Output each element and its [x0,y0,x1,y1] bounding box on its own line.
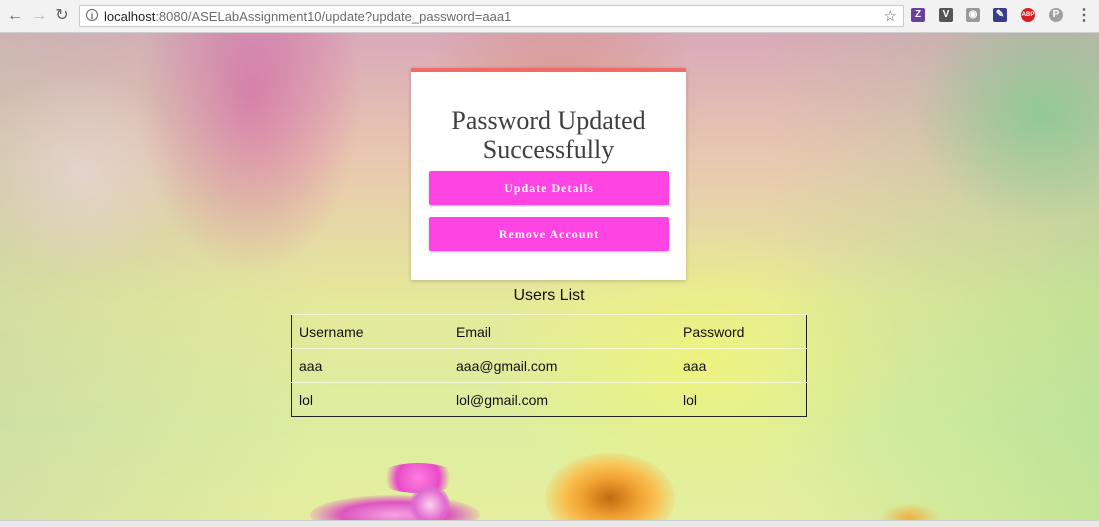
extension-icon[interactable]: ✎ [993,8,1007,22]
forward-arrow-icon[interactable]: → [30,7,48,25]
column-header-username: Username [291,314,449,349]
page-background: Password Updated Successfully Update Det… [0,33,1099,520]
p-extension-icon[interactable]: P [1049,8,1063,22]
bookmark-star-icon[interactable]: ☆ [884,7,897,25]
page-title: Password Updated Successfully [451,106,646,164]
password-cell: aaa [676,348,807,383]
menu-kebab-icon[interactable]: ⋮ [1075,7,1093,25]
column-header-email: Email [449,314,676,349]
column-header-password: Password [676,314,807,349]
zotero-icon[interactable]: Z [911,8,925,22]
remove-account-button[interactable]: Remove Account [429,217,669,251]
url-path: :8080/ASELabAssignment10/update?update_p… [155,9,512,24]
update-details-button[interactable]: Update Details [429,171,669,205]
shield-extension-icon[interactable]: V [939,8,953,22]
reload-icon[interactable]: ↻ [53,7,71,25]
camera-icon[interactable]: ◉ [966,8,980,22]
table-row: lol lol@gmail.com lol [291,382,807,417]
flower-decoration [310,495,480,520]
flower-decoration [880,503,940,520]
email-cell: lol@gmail.com [449,382,676,417]
table-row: aaa aaa@gmail.com aaa [291,348,807,383]
browser-toolbar: ← → ↻ i localhost:8080/ASELabAssignment1… [0,0,1099,33]
back-arrow-icon[interactable]: ← [6,7,24,25]
table-header-row: Username Email Password [291,314,807,349]
flower-decoration [410,485,450,520]
info-icon[interactable]: i [86,9,98,21]
url-text[interactable]: localhost:8080/ASELabAssignment10/update… [104,9,511,24]
password-cell: lol [676,382,807,417]
bottom-bar [0,520,1099,527]
username-cell: aaa [291,348,449,383]
username-cell: lol [291,382,449,417]
address-bar[interactable]: i localhost:8080/ASELabAssignment10/upda… [79,5,904,27]
users-table: Username Email Password aaa aaa@gmail.co… [291,314,807,417]
users-table-body: Username Email Password aaa aaa@gmail.co… [291,314,807,417]
url-host: localhost [104,9,156,24]
users-list-title: Users List [513,287,585,304]
flower-decoration [545,453,675,520]
status-card: Password Updated Successfully Update Det… [411,68,686,280]
email-cell: aaa@gmail.com [449,348,676,383]
adblock-plus-icon[interactable]: ABP [1021,8,1035,22]
